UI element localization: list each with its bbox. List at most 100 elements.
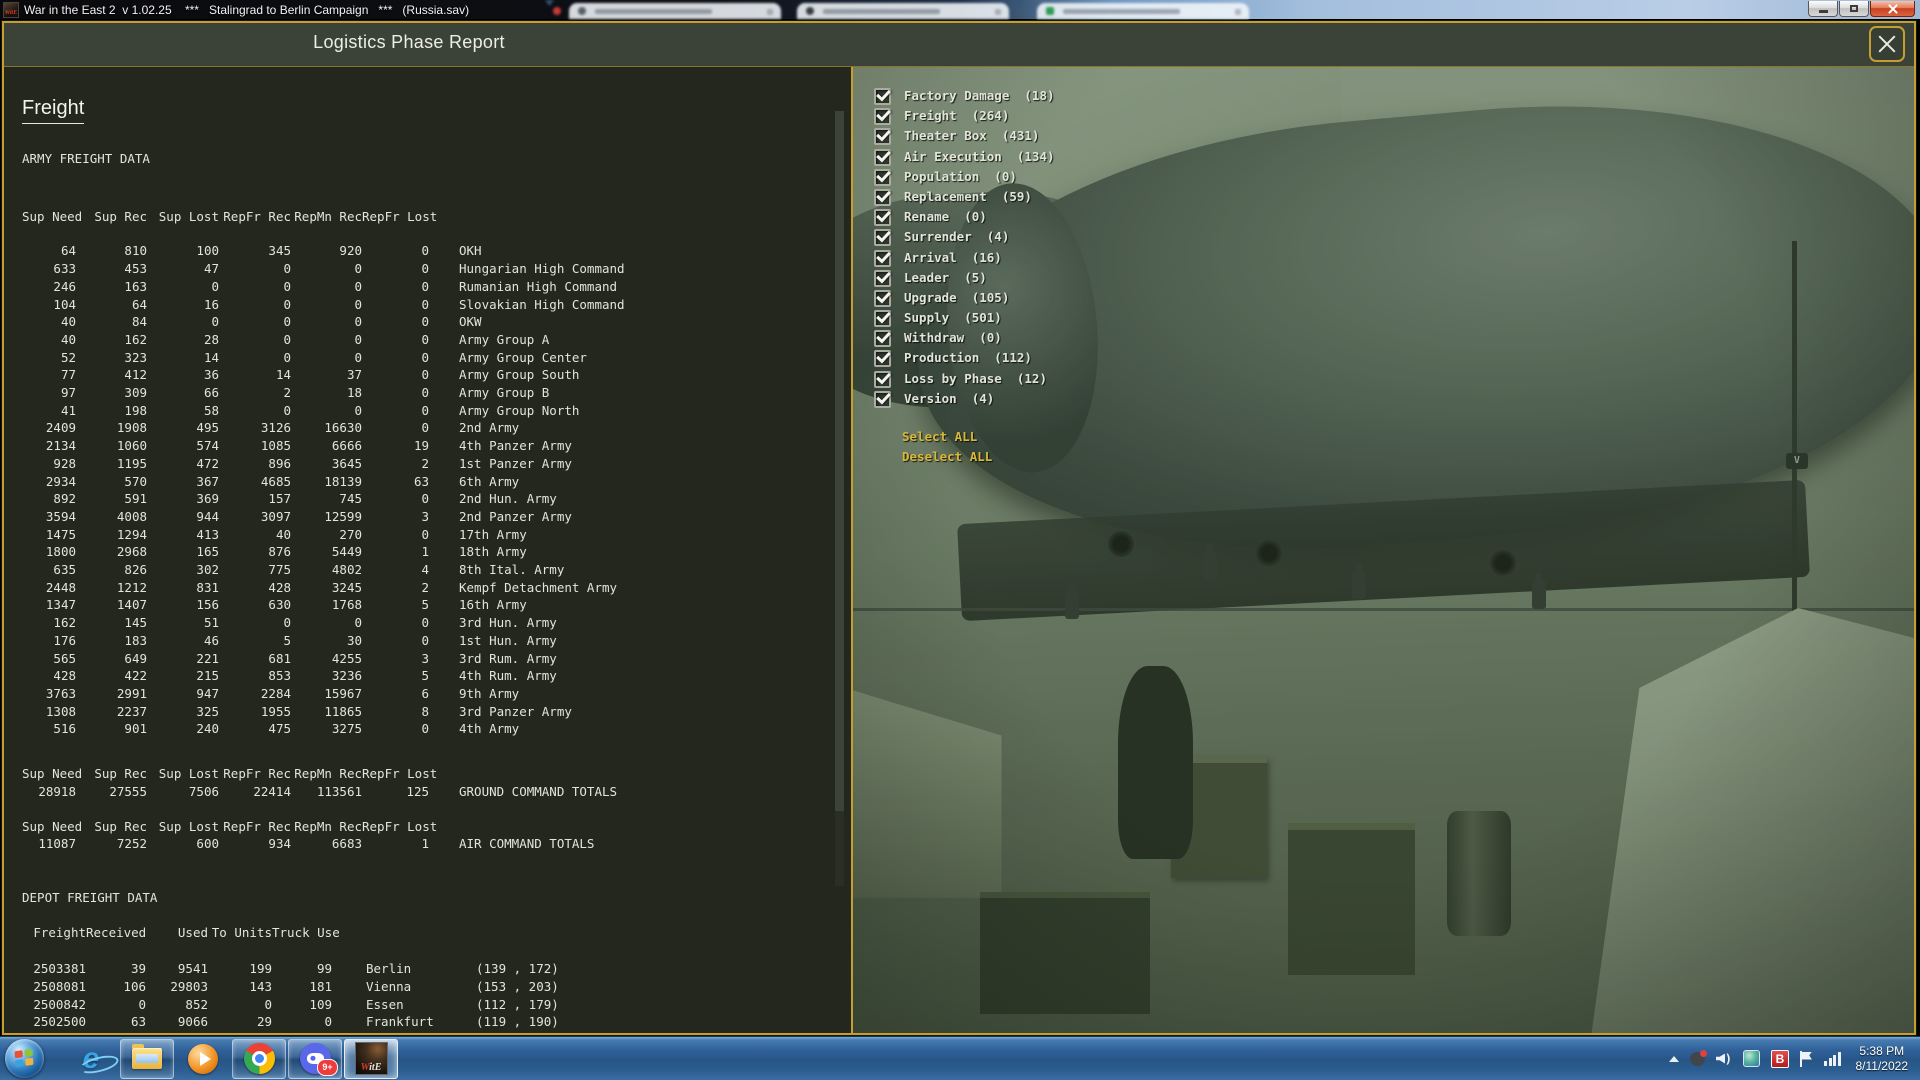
- cell-value: 37: [346, 367, 362, 383]
- unit-name: Army Group B: [459, 385, 550, 401]
- filter-label: Version (4): [904, 390, 995, 406]
- checkbox-checked-icon[interactable]: [874, 310, 891, 328]
- cell-value: 1955: [260, 703, 291, 719]
- antivirus-icon[interactable]: B: [1771, 1049, 1789, 1068]
- army-table-row: 64 810 100 345 920 0 OKH: [22, 242, 851, 260]
- cell-value: 0: [421, 278, 429, 294]
- cell-value: 99: [316, 961, 332, 977]
- tray-utility-icon[interactable]: [1743, 1050, 1760, 1067]
- filter-item-air-execution[interactable]: Air Execution (134): [874, 147, 1055, 167]
- filter-label: Leader (5): [904, 269, 987, 285]
- report-scrollbar[interactable]: [835, 111, 844, 886]
- volume-icon[interactable]: ): [1716, 1052, 1732, 1066]
- cell-value: 2284: [260, 685, 291, 701]
- checkbox-checked-icon[interactable]: [874, 168, 891, 186]
- cell-value: 2934: [45, 473, 76, 489]
- cell-value: 0: [421, 367, 429, 383]
- total-value: 1: [421, 836, 429, 852]
- cell-value: 453: [124, 261, 147, 277]
- show-hidden-icons-button[interactable]: [1669, 1055, 1679, 1062]
- filter-label: Air Execution (134): [904, 148, 1055, 164]
- filter-item-population[interactable]: Population (0): [874, 167, 1055, 187]
- start-button[interactable]: [5, 1039, 44, 1078]
- minimize-button[interactable]: [1808, 1, 1838, 17]
- checkbox-checked-icon[interactable]: [874, 128, 891, 146]
- checkbox-checked-icon[interactable]: [874, 148, 891, 166]
- checkbox-checked-icon[interactable]: [874, 390, 891, 408]
- checkbox-checked-icon[interactable]: [874, 350, 891, 368]
- taskbar-wite-game-active[interactable]: WitE: [344, 1038, 398, 1079]
- checkbox-checked-icon[interactable]: [874, 269, 891, 287]
- network-signal-icon[interactable]: [1824, 1051, 1841, 1066]
- taskbar-clock[interactable]: 5:38 PM 8/11/2022: [1852, 1044, 1909, 1074]
- checkbox-checked-icon[interactable]: [874, 209, 891, 227]
- cell-value: 1212: [116, 579, 147, 595]
- close-window-button[interactable]: [1870, 1, 1915, 17]
- army-table-row: 892 591 369 157 745 0 2nd Hun. Army: [22, 490, 851, 508]
- filter-item-upgrade[interactable]: Upgrade (105): [874, 288, 1055, 308]
- total-value: 7506: [188, 783, 219, 799]
- scrollbar-thumb[interactable]: [835, 111, 844, 811]
- depot-location: Frankfurt (119 , 190): [366, 1013, 851, 1031]
- action-center-flag-icon[interactable]: [1800, 1050, 1813, 1067]
- cell-value: 0: [138, 996, 146, 1012]
- depot-table-row: 25000000000Helsinki(175 , 105): [22, 1031, 851, 1033]
- freight-report-panel: Freight ARMY FREIGHT DATA Sup Need Sup Re…: [4, 67, 851, 1033]
- taskbar-windows-explorer[interactable]: [120, 1038, 174, 1079]
- filter-item-supply[interactable]: Supply (501): [874, 308, 1055, 328]
- checkbox-checked-icon[interactable]: [874, 249, 891, 267]
- cell-value: 853: [268, 668, 291, 684]
- cell-value: 52: [60, 349, 76, 365]
- filter-item-withdraw[interactable]: Withdraw (0): [874, 328, 1055, 348]
- cell-value: 591: [124, 491, 147, 507]
- select-all-link[interactable]: Select ALL: [902, 427, 1055, 447]
- cell-value: 8: [421, 703, 429, 719]
- cell-value: 2503381: [33, 961, 86, 977]
- cell-value: 46: [203, 632, 219, 648]
- cell-value: 4255: [331, 650, 362, 666]
- dialog-title: Logistics Phase Report: [313, 32, 505, 52]
- filter-item-surrender[interactable]: Surrender (4): [874, 227, 1055, 247]
- checkbox-checked-icon[interactable]: [874, 370, 891, 388]
- cell-value: 4685: [260, 473, 291, 489]
- filter-item-arrival[interactable]: Arrival (16): [874, 248, 1055, 268]
- army-table-row: 516 901 240 475 3275 0 4th Army: [22, 720, 851, 738]
- restore-button[interactable]: [1839, 1, 1869, 17]
- filter-item-production[interactable]: Production (112): [874, 348, 1055, 368]
- taskbar-media-player[interactable]: [176, 1039, 230, 1079]
- restore-icon: [1850, 5, 1858, 12]
- filter-item-version[interactable]: Version (4): [874, 389, 1055, 409]
- checkbox-checked-icon[interactable]: [874, 108, 891, 126]
- cell-value: 2968: [116, 544, 147, 560]
- cell-value: 422: [124, 668, 147, 684]
- checkbox-checked-icon[interactable]: [874, 188, 891, 206]
- checkbox-checked-icon[interactable]: [874, 229, 891, 247]
- filter-item-leader[interactable]: Leader (5): [874, 268, 1055, 288]
- cell-value: 240: [196, 721, 219, 737]
- depot-location: Berlin (139 , 172): [366, 960, 851, 978]
- filter-item-loss-by-phase[interactable]: Loss by Phase (12): [874, 369, 1055, 389]
- filter-item-replacement[interactable]: Replacement (59): [874, 187, 1055, 207]
- taskbar-chrome[interactable]: [232, 1038, 286, 1079]
- cell-value: 2448: [45, 579, 76, 595]
- cell-value: 9066: [177, 1014, 208, 1030]
- dialog-close-button[interactable]: [1869, 26, 1905, 62]
- unit-name: Army Group A: [459, 331, 550, 347]
- tray-discord-icon[interactable]: [1690, 1049, 1707, 1066]
- filter-item-rename[interactable]: Rename (0): [874, 207, 1055, 227]
- checkbox-checked-icon[interactable]: [874, 88, 891, 105]
- checkbox-checked-icon[interactable]: [874, 330, 891, 348]
- filter-item-factory-damage[interactable]: Factory Damage (18): [874, 86, 1055, 106]
- taskbar-internet-explorer[interactable]: e: [64, 1039, 120, 1079]
- deselect-all-link[interactable]: Deselect ALL: [902, 447, 1055, 467]
- city-name: Berlin: [366, 961, 412, 977]
- depot-freight-section-title: DEPOT FREIGHT DATA: [22, 889, 158, 905]
- clock-date: 8/11/2022: [1855, 1058, 1909, 1073]
- checkbox-checked-icon[interactable]: [874, 289, 891, 307]
- taskbar-discord[interactable]: 9+: [288, 1038, 342, 1079]
- cell-value: 0: [211, 314, 219, 330]
- cell-value: 0: [421, 349, 429, 365]
- filter-item-freight[interactable]: Freight (264): [874, 106, 1055, 126]
- unit-name: 4th Army: [459, 721, 520, 737]
- filter-item-theater-box[interactable]: Theater Box (431): [874, 126, 1055, 146]
